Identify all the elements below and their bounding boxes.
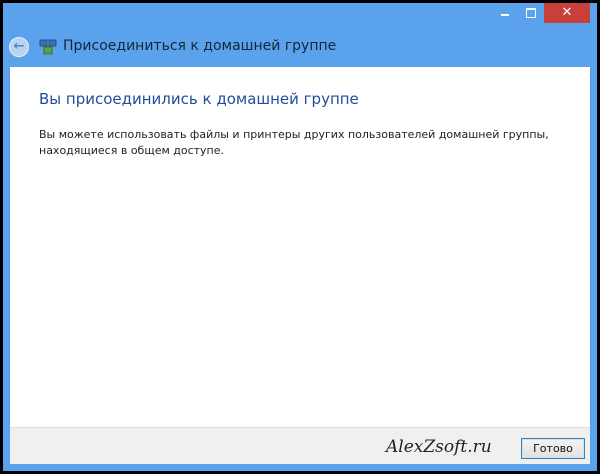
description-text: Вы можете использовать файлы и принтеры … <box>39 128 549 157</box>
close-button[interactable]: ✕ <box>544 3 590 23</box>
maximize-button[interactable] <box>518 3 544 23</box>
window-title: Присоединиться к домашней группе <box>63 38 337 54</box>
title-bar: ✕ ← Присоединиться к домашней группе <box>3 3 597 67</box>
page-heading: Вы присоединились к домашней группе <box>39 90 359 108</box>
homegroup-icon <box>39 39 57 55</box>
footer-bar: AlexZsoft.ru Готово <box>10 427 590 464</box>
caption-buttons: ✕ <box>492 3 590 23</box>
homegroup-window: ✕ ← Присоединиться к домашней группе Вы … <box>3 3 597 471</box>
watermark-text: AlexZsoft.ru <box>386 437 492 457</box>
close-icon: ✕ <box>561 5 573 20</box>
back-arrow-icon: ← <box>13 39 25 54</box>
minimize-button[interactable] <box>492 3 518 23</box>
back-button[interactable]: ← <box>9 37 29 57</box>
content-area: Вы присоединились к домашней группе Вы м… <box>10 67 590 427</box>
done-button[interactable]: Готово <box>521 438 585 459</box>
